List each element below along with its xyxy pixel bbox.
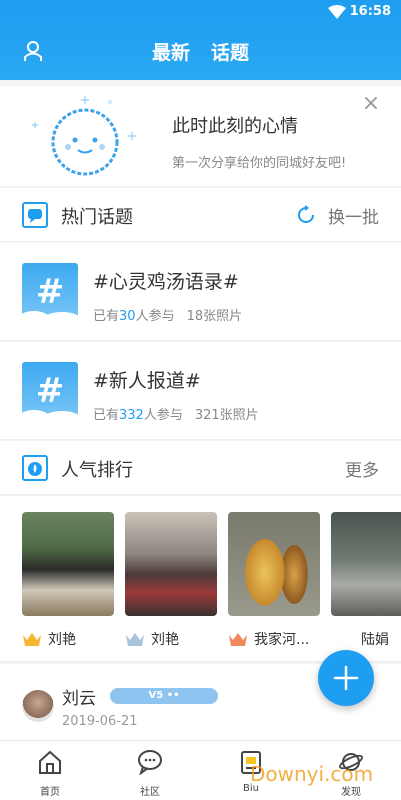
post-username: 刘云 xyxy=(62,689,96,709)
nav-item-community[interactable]: 社区 xyxy=(115,749,185,798)
topic-participants-prefix: 已有 xyxy=(93,408,120,423)
user-photo xyxy=(331,512,401,616)
topic-participants-suffix: 人参与 xyxy=(135,309,175,324)
topic-meta: 已有30人参与 18张照片 xyxy=(93,305,242,324)
nav-item-home[interactable]: 首页 xyxy=(15,749,85,798)
topic-photo-count: 18张照片 xyxy=(186,309,243,324)
topic-participants-prefix: 已有 xyxy=(93,309,120,324)
level-badge: V5 •• xyxy=(110,688,218,704)
refresh-icon[interactable] xyxy=(295,204,317,226)
popularity-header: 人气排行 更多 xyxy=(0,441,401,495)
nav-label: 社区 xyxy=(140,787,160,798)
topic-participants-suffix: 人参与 xyxy=(143,408,183,423)
nav-label: 首页 xyxy=(40,787,60,798)
popularity-name: 我家河... xyxy=(254,632,310,648)
topic-item[interactable]: # #新人报道# 已有332人参与 321张照片 xyxy=(0,342,401,440)
add-post-button[interactable] xyxy=(318,650,374,706)
topic-item[interactable]: # #心灵鸡汤语录# 已有30人参与 18张照片 xyxy=(0,243,401,341)
topic-title: #新人报道# xyxy=(93,370,201,392)
popularity-title: 人气排行 xyxy=(61,460,133,481)
hot-topics-title: 热门话题 xyxy=(61,207,133,228)
wifi-icon xyxy=(328,5,346,19)
user-photo xyxy=(22,512,114,616)
popularity-list: 刘艳 刘艳 我家河... 陆娟 xyxy=(0,496,401,662)
silver-crown-icon xyxy=(126,633,144,646)
topic-participant-count: 332 xyxy=(119,408,144,423)
topic-thumbnail: # xyxy=(22,362,78,422)
hashtag-icon: # xyxy=(22,272,78,323)
mood-card[interactable]: 此时此刻的心情 第一次分享给你的同城好友吧! × xyxy=(0,86,401,186)
post-date: 2019-06-21 xyxy=(62,714,138,729)
status-time: 16:58 xyxy=(349,4,391,19)
popularity-item[interactable]: 刘艳 xyxy=(125,512,217,650)
svg-text:#: # xyxy=(36,272,65,312)
popularity-name: 陆娟 xyxy=(361,632,389,648)
flame-icon xyxy=(22,455,48,481)
watermark-logo: Downyi.com xyxy=(250,762,374,786)
tab-topics[interactable]: 话题 xyxy=(211,38,249,65)
tab-latest[interactable]: 最新 xyxy=(152,38,190,65)
bronze-crown-icon xyxy=(229,633,247,646)
hot-topics-header: 热门话题 换一批 xyxy=(0,188,401,242)
more-button[interactable]: 更多 xyxy=(345,456,379,481)
topic-meta: 已有332人参与 321张照片 xyxy=(93,404,259,423)
popularity-name: 刘艳 xyxy=(151,632,179,648)
popularity-item[interactable]: 我家河... xyxy=(228,512,320,650)
topic-title: #心灵鸡汤语录# xyxy=(93,271,239,293)
close-icon[interactable]: × xyxy=(361,93,381,115)
status-bar: 16:58 xyxy=(0,0,401,24)
plus-icon xyxy=(333,665,359,691)
smiley-face-icon xyxy=(32,96,136,176)
app-header: 16:58 最新 话题 xyxy=(0,0,401,80)
mood-subtitle: 第一次分享给你的同城好友吧! xyxy=(172,156,347,171)
topic-photo-count: 321张照片 xyxy=(194,408,259,423)
topic-chat-icon xyxy=(22,202,48,228)
user-photo xyxy=(125,512,217,616)
topic-thumbnail: # xyxy=(22,263,78,323)
popularity-item[interactable]: 陆娟 xyxy=(331,512,401,650)
chat-bubble-icon xyxy=(138,750,162,775)
shuffle-topics-button[interactable]: 换一批 xyxy=(328,203,379,228)
svg-text:#: # xyxy=(36,371,65,411)
gold-crown-icon xyxy=(23,633,41,646)
popularity-name: 刘艳 xyxy=(48,632,76,648)
topic-participant-count: 30 xyxy=(119,309,136,324)
home-icon xyxy=(39,750,61,774)
user-photo xyxy=(228,512,320,616)
popularity-item[interactable]: 刘艳 xyxy=(22,512,114,650)
hashtag-icon: # xyxy=(22,371,78,422)
nav-tabs: 最新 话题 xyxy=(0,38,401,65)
avatar[interactable] xyxy=(22,690,54,722)
mood-title: 此时此刻的心情 xyxy=(172,116,298,137)
